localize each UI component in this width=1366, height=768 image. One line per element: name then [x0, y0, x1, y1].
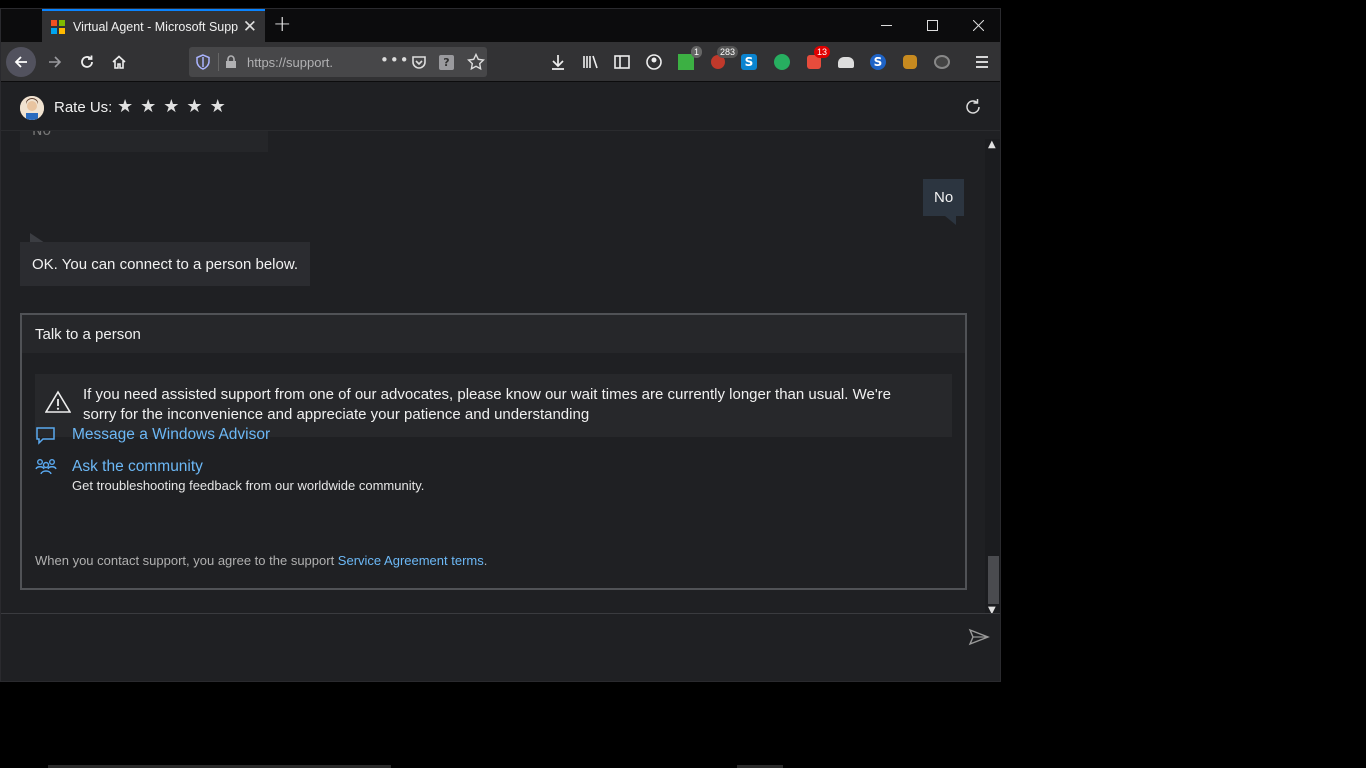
rating-star-1[interactable]: ★	[117, 95, 133, 119]
ghost-extension-badge: 283	[716, 46, 738, 58]
help-extension-icon[interactable]: ?	[439, 55, 454, 70]
home-icon	[112, 55, 126, 69]
support-agreement-note: When you contact support, you agree to t…	[35, 553, 487, 568]
ask-community-option[interactable]: Ask the community Get troubleshooting fe…	[35, 457, 424, 493]
chat-header: Rate Us: ★ ★ ★ ★ ★	[1, 83, 1000, 131]
previous-option-bubble: No	[20, 131, 268, 152]
restart-chat-icon[interactable]	[963, 97, 983, 117]
footnote-suffix: .	[483, 553, 488, 568]
url-bar[interactable]: https://support. ••• ?	[189, 47, 487, 77]
reload-icon	[81, 55, 93, 68]
warning-text: If you need assisted support from one of…	[83, 386, 892, 423]
send-icon[interactable]	[968, 628, 990, 646]
avatar	[20, 96, 44, 120]
close-tab-icon[interactable]: ✕	[243, 17, 257, 37]
green-extension-icon[interactable]: 1	[676, 46, 702, 72]
home-button[interactable]	[105, 48, 133, 76]
previous-option-text: No	[32, 131, 52, 139]
close-window-button[interactable]	[955, 9, 1000, 42]
rating-star-5[interactable]: ★	[210, 95, 226, 119]
community-people-icon	[35, 459, 57, 475]
s-extension-icon[interactable]: S	[868, 52, 888, 72]
sync-extension-icon[interactable]	[772, 52, 792, 72]
red-extension-icon[interactable]: 13	[804, 46, 830, 72]
new-tab-button[interactable]: +	[273, 13, 291, 37]
page-actions-icon[interactable]: •••	[380, 51, 410, 69]
reload-button[interactable]	[73, 48, 101, 76]
rating-star-4[interactable]: ★	[186, 95, 202, 119]
message-advisor-link[interactable]: Message a Windows Advisor	[72, 425, 270, 445]
chat-bubble-icon	[36, 427, 55, 445]
message-input[interactable]	[1, 614, 951, 660]
card-title: Talk to a person	[22, 315, 965, 353]
footnote-text: When you contact support, you agree to t…	[35, 553, 338, 568]
spy-extension-icon[interactable]	[900, 52, 920, 72]
rate-us-label: Rate Us:	[54, 99, 113, 116]
rating-star-2[interactable]: ★	[140, 95, 156, 119]
navigation-toolbar: https://support. ••• ? 1 283 S 13 S	[1, 42, 1000, 82]
account-icon[interactable]	[644, 52, 664, 72]
back-button[interactable]	[6, 47, 36, 77]
arrow-left-icon	[14, 56, 27, 68]
chat-scrollbar[interactable]: ▲ ▼	[985, 139, 1000, 621]
chat-transcript: No No OK. You can connect to a person be…	[1, 131, 985, 613]
url-text: https://support.	[247, 55, 333, 70]
talk-to-person-card: Talk to a person If you need assisted su…	[20, 313, 967, 590]
maximize-button[interactable]	[909, 9, 955, 42]
shoe-extension-icon[interactable]	[836, 52, 856, 72]
tab-virtual-agent[interactable]: Virtual Agent - Microsoft Support ✕	[42, 9, 265, 42]
library-icon[interactable]	[580, 52, 600, 72]
service-agreement-link[interactable]: Service Agreement terms	[338, 553, 484, 568]
microsoft-logo-icon	[51, 19, 65, 34]
tab-strip: Virtual Agent - Microsoft Support ✕ +	[1, 9, 1000, 42]
ghost-extension-icon[interactable]: 283	[708, 46, 738, 72]
warning-icon	[45, 390, 71, 413]
arrow-right-icon	[49, 56, 62, 68]
green-extension-badge: 1	[690, 46, 702, 58]
rating-star-3[interactable]: ★	[163, 95, 179, 119]
skype-extension-icon[interactable]: S	[739, 52, 759, 72]
rating-stars: ★ ★ ★ ★ ★	[117, 95, 226, 119]
hamburger-menu-icon[interactable]	[972, 52, 992, 72]
user-message-bubble: No	[923, 179, 965, 216]
browser-window: Virtual Agent - Microsoft Support ✕ + ht…	[0, 8, 1001, 682]
shield-icon	[196, 54, 210, 70]
bot-message-bubble: OK. You can connect to a person below.	[20, 242, 311, 286]
scroll-up-arrow-icon[interactable]: ▲	[988, 139, 996, 150]
sidebar-icon[interactable]	[612, 52, 632, 72]
ask-community-link[interactable]: Ask the community	[72, 457, 424, 477]
message-advisor-option[interactable]: Message a Windows Advisor	[35, 425, 270, 447]
mask-extension-icon[interactable]	[932, 52, 952, 72]
user-bubble-tail	[945, 216, 956, 225]
pocket-icon[interactable]	[411, 54, 427, 70]
red-extension-badge: 13	[813, 46, 830, 58]
bookmark-star-icon[interactable]	[467, 53, 485, 71]
downloads-icon[interactable]	[548, 52, 568, 72]
message-input-bar	[1, 613, 1000, 681]
forward-button[interactable]	[41, 48, 69, 76]
ask-community-description: Get troubleshooting feedback from our wo…	[72, 478, 425, 493]
lock-icon	[226, 55, 236, 68]
minimize-button[interactable]	[863, 9, 909, 42]
tab-title: Virtual Agent - Microsoft Support	[73, 19, 238, 34]
scroll-thumb[interactable]	[988, 556, 999, 604]
